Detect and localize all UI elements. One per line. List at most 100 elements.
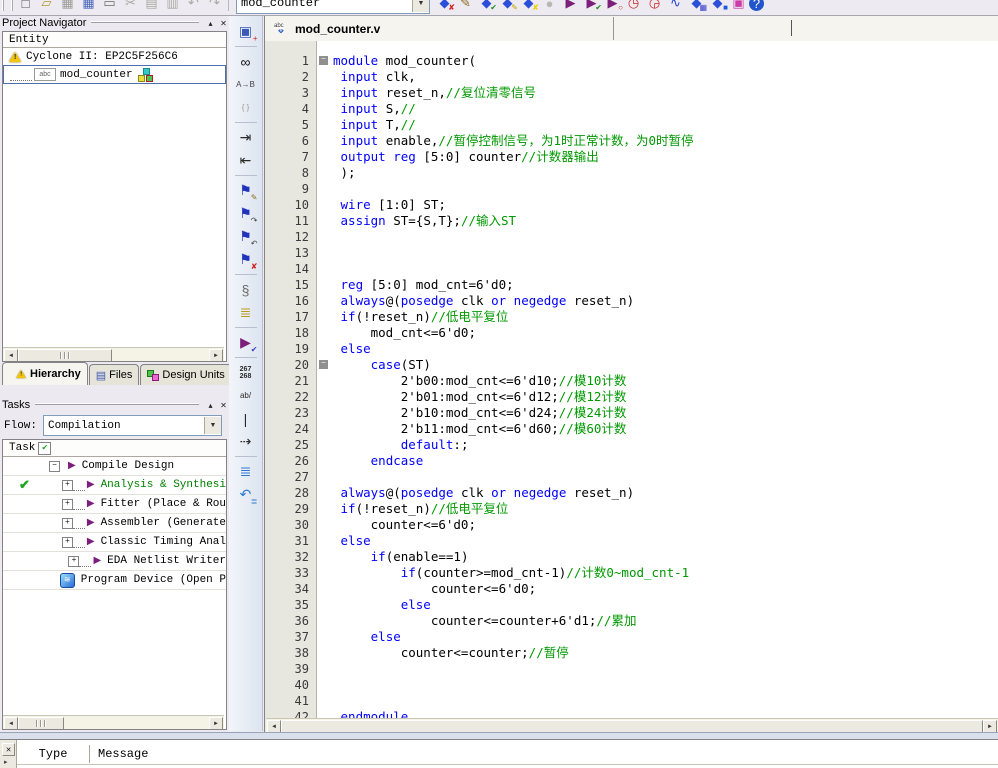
tab-hierarchy[interactable]: ! Hierarchy xyxy=(2,362,88,385)
save-all-icon[interactable]: ▦ xyxy=(78,0,99,13)
assignment-editor-icon[interactable]: ✎ xyxy=(455,0,476,13)
fold-collapse-icon[interactable]: − xyxy=(319,56,328,65)
code-line: 9 xyxy=(265,181,998,197)
line-number: 25 xyxy=(294,438,309,452)
goto-line-icon[interactable]: ⇢ xyxy=(233,430,259,453)
insert-bar-icon[interactable]: | xyxy=(233,407,259,430)
insert-template-icon[interactable]: ≣ xyxy=(233,301,259,324)
stop-icon[interactable]: ● xyxy=(539,0,560,13)
technology-viewer-icon[interactable]: ◆ ■ xyxy=(707,0,729,13)
timequest-clock-icon[interactable]: ◷ xyxy=(623,0,644,13)
scroll-right-icon[interactable]: ► xyxy=(209,349,223,361)
matching-brace-icon[interactable]: { } xyxy=(233,96,259,119)
combo-dropdown-icon[interactable]: ▼ xyxy=(412,0,429,12)
design-assistant-icon[interactable]: ◆ ✘ xyxy=(518,0,540,13)
scroll-left-icon[interactable]: ◄ xyxy=(4,349,18,361)
print-icon[interactable]: ▭ xyxy=(99,0,120,13)
new-document-window-icon[interactable]: ▣ + xyxy=(233,20,259,43)
expand-expander-icon[interactable]: + xyxy=(61,479,73,491)
open-file-icon[interactable]: ▱ xyxy=(36,0,57,13)
copy-icon[interactable]: ▤ xyxy=(141,0,162,13)
save-icon[interactable]: ▦ xyxy=(57,0,78,13)
tasks-scroll-thumb[interactable] xyxy=(18,717,64,729)
scroll-right-icon[interactable]: ► xyxy=(209,717,223,729)
entity-tree: Entity ! Cyclone II: EP2C5F256C6 abc mod… xyxy=(2,31,227,362)
tab-design-units[interactable]: Design Units xyxy=(140,364,232,385)
toggle-bookmark-icon[interactable]: ⚑ ✎ xyxy=(233,179,259,202)
find-icon[interactable]: ∞ xyxy=(233,50,259,73)
pin-planner-icon[interactable]: ◆ ✎ xyxy=(497,0,519,13)
outdent-icon[interactable]: ⇤ xyxy=(233,149,259,172)
cut-icon[interactable]: ✂ xyxy=(120,0,141,13)
entity-tree-item-mod-counter[interactable]: abc mod_counter xyxy=(3,65,226,84)
start-compilation-icon[interactable]: ▶ xyxy=(560,0,581,13)
task-row-eda-netlist-writer[interactable]: + ▶ EDA Netlist Writer xyxy=(3,552,226,571)
comment-selection-icon[interactable]: ≣ xyxy=(233,460,259,483)
task-row-classic-timing-anal[interactable]: + ▶ Classic Timing Anal xyxy=(3,533,226,552)
editor-hscrollbar[interactable]: ◄ ► xyxy=(266,718,998,733)
fold-margin xyxy=(317,533,333,549)
replace-icon[interactable]: A→B xyxy=(233,73,259,96)
collapse-panel-icon[interactable]: ▴ xyxy=(204,17,217,29)
task-row-program-device-open-p[interactable]: ≋ Program Device (Open P xyxy=(3,571,226,590)
task-row-analysis-synthesi[interactable]: ✔ + ▶ Analysis & Synthesi xyxy=(3,476,226,495)
classic-timing-clock-icon[interactable]: ◶ xyxy=(644,0,665,13)
tree-connector xyxy=(72,537,85,548)
close-messages-icon[interactable]: ✕ xyxy=(2,743,15,756)
expand-expander-icon[interactable]: + xyxy=(68,555,80,567)
line-number: 7 xyxy=(301,150,309,164)
scroll-left-icon[interactable]: ◄ xyxy=(4,717,18,729)
flow-combo[interactable]: Compilation ▼ xyxy=(43,415,222,436)
fold-collapse-icon[interactable]: − xyxy=(319,360,328,369)
collapse-expander-icon[interactable]: − xyxy=(49,460,60,472)
expand-expander-icon[interactable]: + xyxy=(61,517,73,529)
fold-margin xyxy=(317,517,333,533)
expand-expander-icon[interactable]: + xyxy=(61,498,73,510)
task-row-fitter-place-rou[interactable]: + ▶ Fitter (Place & Rou xyxy=(3,495,226,514)
line-number: 29 xyxy=(294,502,309,516)
task-row-assembler-generate[interactable]: + ▶ Assembler (Generate xyxy=(3,514,226,533)
previous-bookmark-icon[interactable]: ⚑ ↶ xyxy=(233,225,259,248)
next-bookmark-icon[interactable]: ⚑ ↷ xyxy=(233,202,259,225)
timing-settings-icon-overlay: ✔ xyxy=(490,3,497,12)
uncomment-selection-icon[interactable]: ↶ ≣ xyxy=(233,483,259,506)
navigator-hscrollbar[interactable]: ◄ ► xyxy=(3,347,224,361)
code-line: 7 output reg [5:0] counter//计数器输出 xyxy=(265,149,998,165)
programmer-icon[interactable]: ▣ xyxy=(728,0,749,13)
start-analysis-icon[interactable]: ▶ ✔ xyxy=(581,0,603,13)
tasks-hscrollbar[interactable]: ◄ ► xyxy=(3,715,224,729)
code-editor[interactable]: 1− module mod_counter(2 input clk, 3 input… xyxy=(265,41,998,732)
indent-icon[interactable]: ⇥ xyxy=(233,126,259,149)
tab-mod-counter-v[interactable]: ⇕abc mod_counter.v xyxy=(267,17,614,40)
code-line: 22 2'b01:mod_cnt<=6'd12;//模12计数 xyxy=(265,389,998,405)
attach-file-icon[interactable]: § xyxy=(233,278,259,301)
line-number: 38 xyxy=(294,646,309,660)
code-line: 18 mod_cnt<=6'd0; xyxy=(265,325,998,341)
timing-settings-icon[interactable]: ◆ ✔ xyxy=(476,0,498,13)
paste-icon[interactable]: ▥ xyxy=(162,0,183,13)
undo-icon[interactable]: ↶ xyxy=(183,0,204,13)
hierarchy-tab-icon: ! xyxy=(16,370,26,378)
settings-icon[interactable]: ◆ ✘ xyxy=(434,0,456,13)
line-number: 30 xyxy=(294,518,309,532)
expand-expander-icon[interactable]: + xyxy=(61,536,73,548)
text-case-icon[interactable]: ab/ xyxy=(233,384,259,407)
analyze-current-file-icon[interactable]: ▶ ✔ xyxy=(233,331,259,354)
clear-bookmarks-icon[interactable]: ⚑ ✘ xyxy=(233,248,259,271)
device-tree-item[interactable]: ! Cyclone II: EP2C5F256C6 xyxy=(3,48,226,65)
messages-more-icon[interactable]: ▸ xyxy=(4,758,8,766)
new-file-icon[interactable]: □ xyxy=(15,0,36,13)
redo-icon[interactable]: ↷ xyxy=(204,0,225,13)
task-row-compile-design[interactable]: − ▶ Compile Design xyxy=(3,457,226,476)
tab-files[interactable]: ▤ Files xyxy=(88,364,140,385)
navigator-scroll-thumb[interactable] xyxy=(18,349,112,361)
start-timing-icon[interactable]: ▶ ○ xyxy=(602,0,624,13)
task-play-icon: ▶ xyxy=(86,480,95,491)
flow-dropdown-icon[interactable]: ▼ xyxy=(204,417,221,434)
waveform-simulator-icon[interactable]: ∿ xyxy=(665,0,686,13)
line-numbers-icon[interactable]: 267 268 xyxy=(233,361,259,384)
current-document-combo[interactable]: mod_counter ▼ xyxy=(236,0,430,14)
netlist-viewer-icon[interactable]: ◆ ▦ xyxy=(686,0,708,13)
collapse-panel-icon[interactable]: ▴ xyxy=(204,399,217,411)
help-icon[interactable]: ? xyxy=(749,0,764,11)
